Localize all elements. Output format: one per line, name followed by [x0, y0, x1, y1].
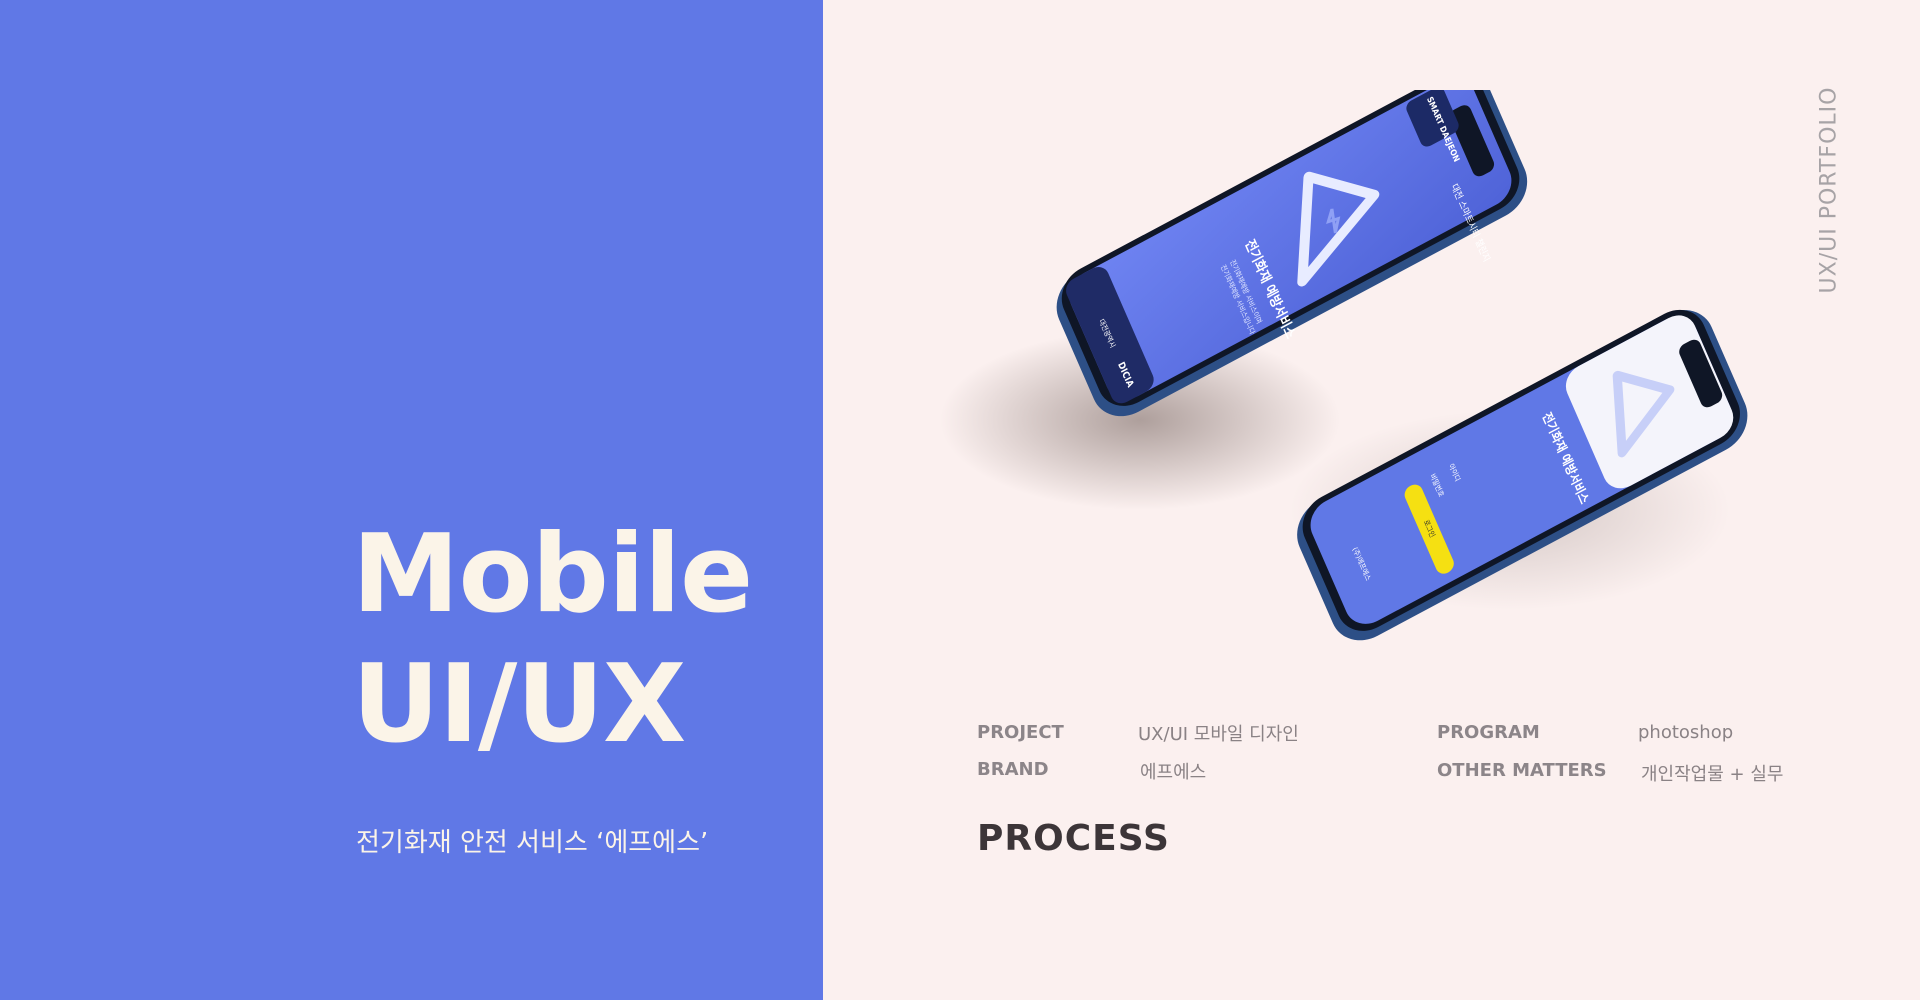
other-matters-label: OTHER MATTERS: [1437, 760, 1607, 781]
side-label-text: UX/UI PORTFOLIO: [1816, 86, 1842, 294]
process-heading: PROCESS: [977, 818, 1170, 859]
program-label: PROGRAM: [1437, 722, 1540, 743]
program-value: photoshop: [1638, 722, 1734, 743]
phone-mockups: 전기화재 예방서비스 전기화재예방 서비스이며 전기화재예방 서비스입니다 대전…: [940, 90, 1748, 641]
brand-value: 에프에스: [1140, 762, 1207, 783]
hero-line-mobile: Mobile: [352, 512, 753, 637]
other-matters-value: 개인작업물 + 실무: [1641, 764, 1784, 785]
hero-subtitle: 전기화재 안전 서비스 ‘에프에스’: [356, 828, 709, 858]
hero-line-uiux: UI/UX: [352, 642, 686, 767]
hero-title: Mobile UI/UX: [352, 510, 753, 770]
brand-label: BRAND: [977, 759, 1049, 780]
project-value: UX/UI 모바일 디자인: [1138, 724, 1299, 745]
project-label: PROJECT: [977, 722, 1064, 743]
